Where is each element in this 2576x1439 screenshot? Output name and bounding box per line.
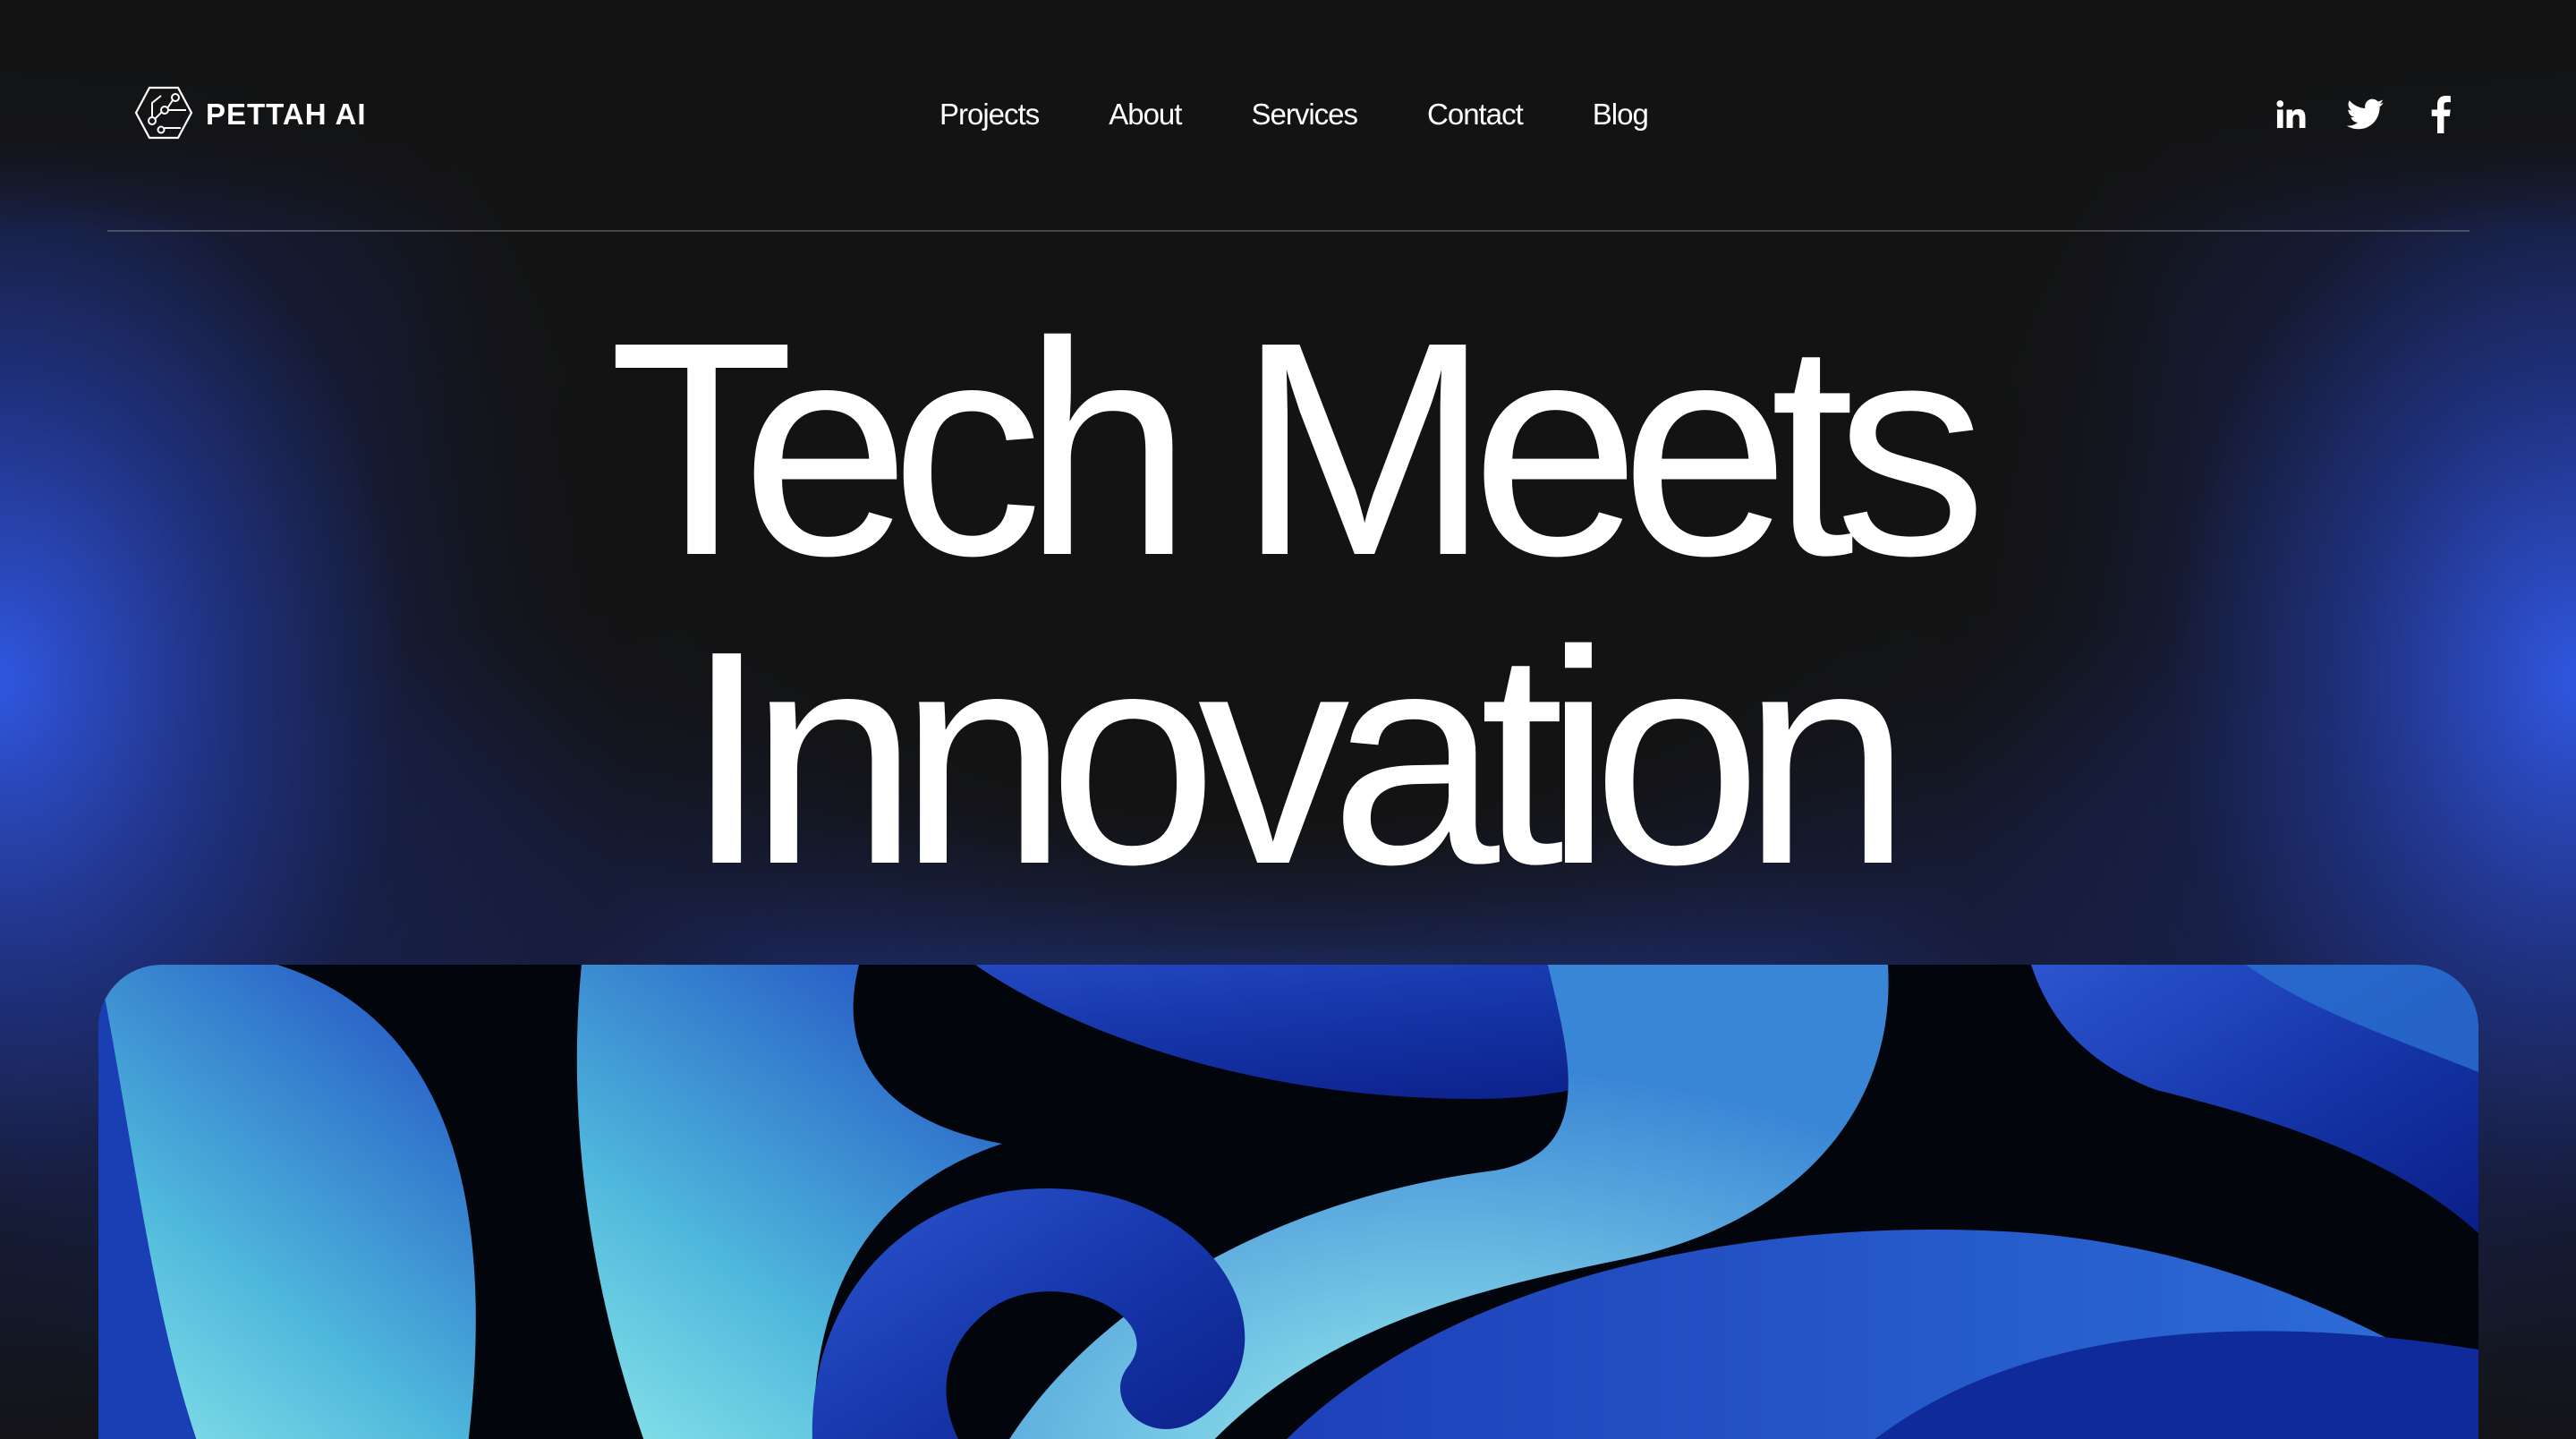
headline-line-1: Tech Meets <box>608 279 1987 619</box>
nav-item-blog[interactable]: Blog <box>1593 98 1649 132</box>
header-divider <box>107 230 2470 232</box>
headline-line-2: Innovation <box>684 588 1911 928</box>
brand-name: PETTAH AI <box>206 98 367 131</box>
linkedin-icon[interactable] <box>2270 94 2311 135</box>
nav-item-services[interactable]: Services <box>1251 98 1358 132</box>
hero-headline: Tech Meets Innovation <box>0 295 2576 913</box>
main-nav: Projects About Services Contact Blog <box>939 89 1649 140</box>
abstract-blue-ribbons-image <box>98 965 2478 1439</box>
nav-item-projects[interactable]: Projects <box>939 98 1040 132</box>
nav-item-contact[interactable]: Contact <box>1427 98 1524 132</box>
site-header: PETTAH AI Projects About Services Contac… <box>0 0 2576 231</box>
facebook-icon[interactable] <box>2420 94 2461 135</box>
brand-logo-link[interactable]: PETTAH AI <box>134 86 367 143</box>
nav-item-about[interactable]: About <box>1109 98 1182 132</box>
social-links <box>2270 86 2461 143</box>
circuit-hexagon-icon <box>134 85 193 145</box>
page: PETTAH AI Projects About Services Contac… <box>0 0 2576 1439</box>
twitter-icon[interactable] <box>2345 94 2386 135</box>
